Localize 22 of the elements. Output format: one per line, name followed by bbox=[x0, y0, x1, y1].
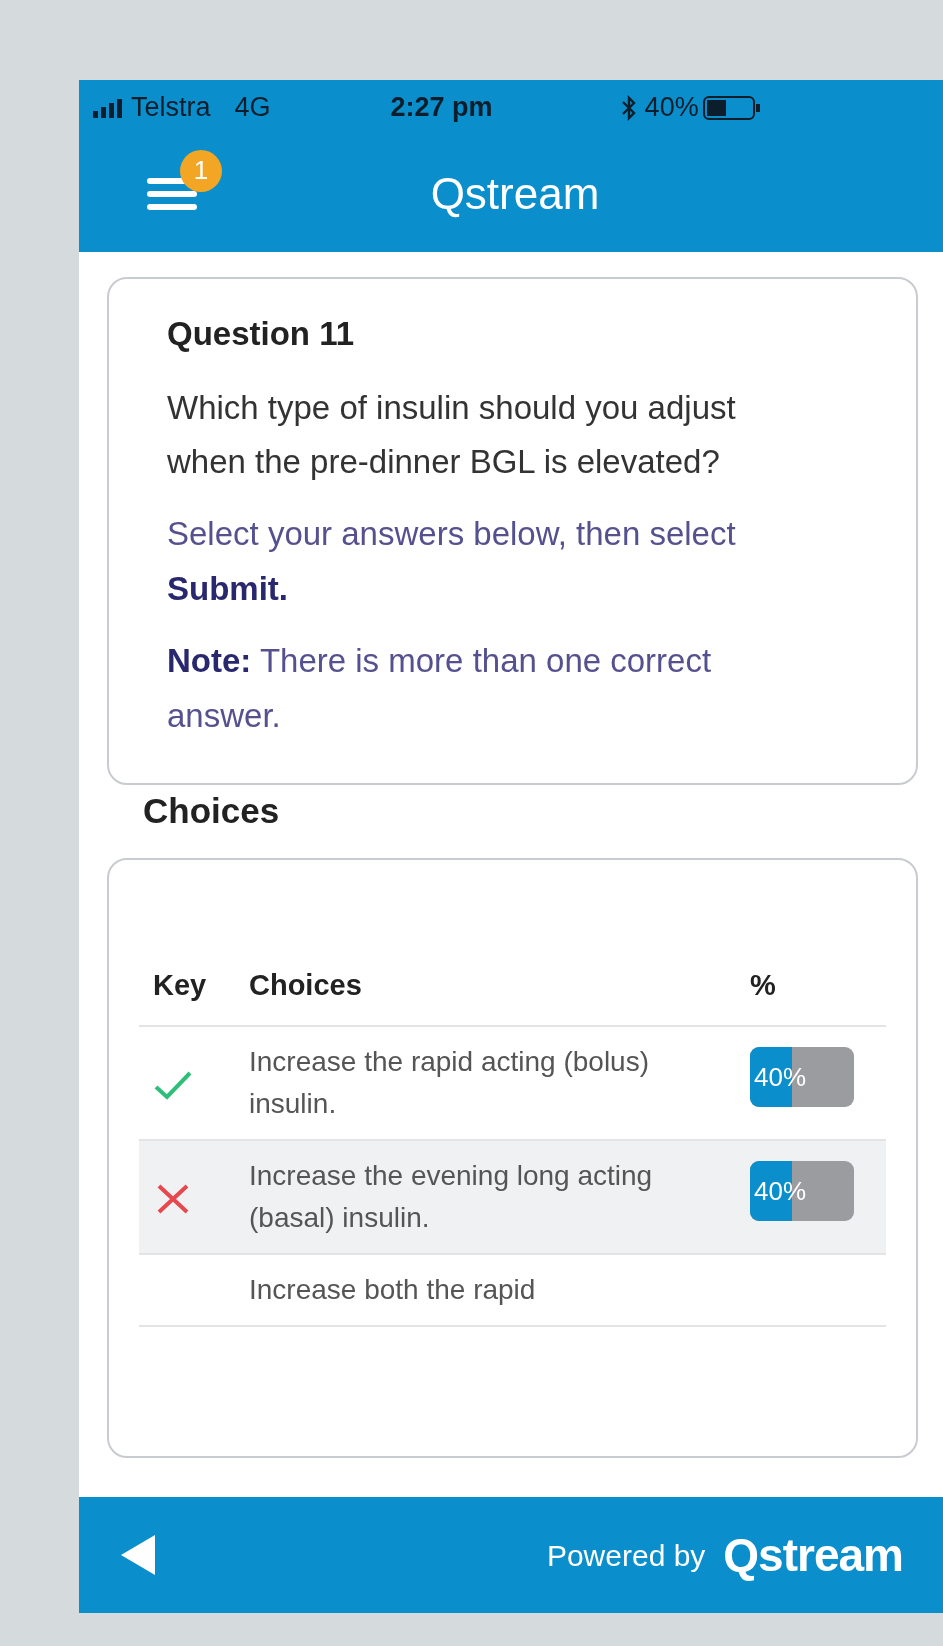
battery-percent: 40% bbox=[644, 91, 699, 125]
signal-icon bbox=[93, 97, 123, 118]
question-title: Question 11 bbox=[167, 314, 356, 354]
question-text: Which type of insulin should you adjust when the pre-dinner BGL is elevated? bbox=[167, 387, 737, 482]
choice-text: Increase both the rapid bbox=[235, 1254, 736, 1327]
instruction-text: Select your answers below, then select Submit. bbox=[167, 514, 737, 609]
column-header: Choices bbox=[235, 949, 736, 1027]
column-header: Key bbox=[139, 949, 235, 1027]
column-header: % bbox=[736, 949, 886, 1027]
powered-by-text: Powered by bbox=[546, 1537, 706, 1574]
brand-logo: Qstream bbox=[723, 1527, 903, 1583]
choice-text: Increase the evening long acting (basal) insulin. bbox=[235, 1140, 736, 1255]
network-type: 4G bbox=[234, 91, 271, 125]
notification-badge: 1 bbox=[180, 149, 222, 192]
app-title: Qstream bbox=[429, 167, 601, 220]
carrier-name: Telstra bbox=[131, 91, 211, 125]
back-icon[interactable] bbox=[121, 1535, 155, 1575]
bluetooth-icon bbox=[620, 94, 637, 121]
note-text: Note: There is more than one correct answer. bbox=[167, 641, 713, 736]
clock-time: 2:27 pm bbox=[390, 91, 493, 125]
battery-icon bbox=[702, 94, 761, 121]
section-heading: Choices bbox=[143, 790, 281, 833]
